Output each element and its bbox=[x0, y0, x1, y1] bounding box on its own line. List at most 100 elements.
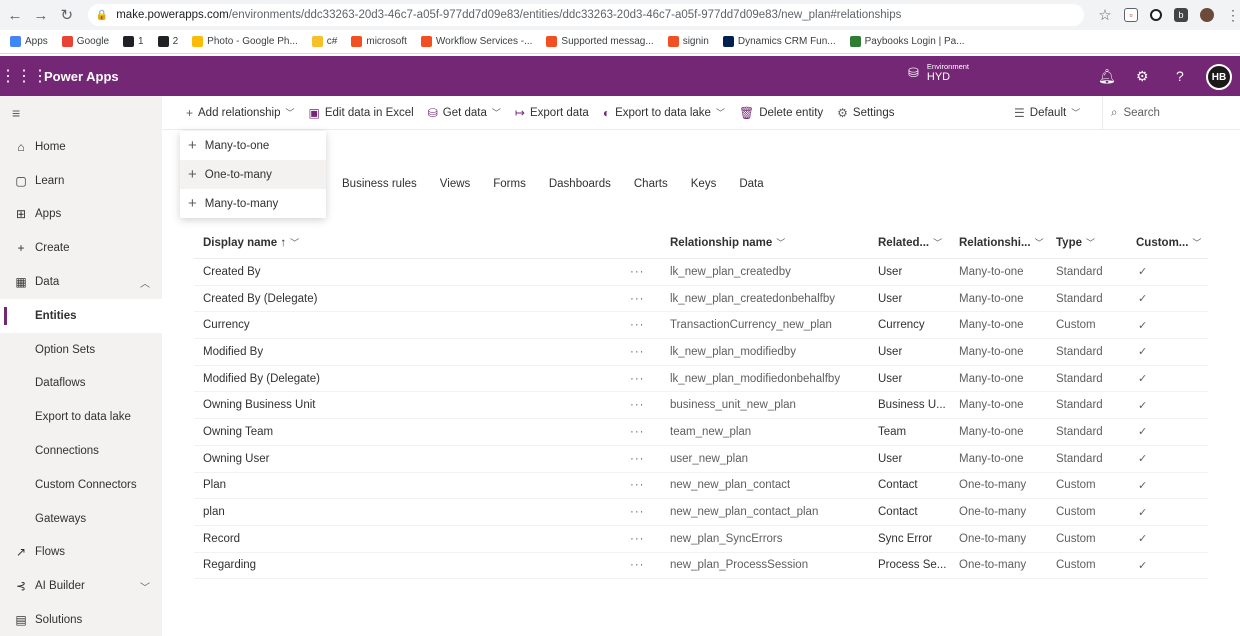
more-options-icon[interactable]: ··· bbox=[630, 506, 645, 518]
bookmark-item[interactable]: signin bbox=[667, 36, 709, 47]
column-custom[interactable]: Custom... ﹀ bbox=[1136, 236, 1201, 249]
bookmark-item[interactable]: Photo - Google Ph... bbox=[192, 36, 298, 47]
search-box[interactable]: ⌕ Search bbox=[1102, 96, 1160, 130]
notifications-icon[interactable]: 🔔︎ bbox=[1098, 68, 1116, 85]
tab-business-rules[interactable]: Business rules bbox=[342, 178, 417, 190]
column-related[interactable]: Related... ﹀ bbox=[878, 236, 942, 249]
bookmark-item[interactable]: Workflow Services -... bbox=[420, 36, 532, 47]
bookmark-item[interactable]: 2 bbox=[157, 36, 178, 47]
table-row[interactable]: Owning Business Unit business_unit_new_pl… bbox=[194, 392, 1208, 420]
table-row[interactable]: Plan new_new_plan_contact Contact One-to-ma… bbox=[194, 473, 1208, 500]
menu-item-many-to-one[interactable]: + Many-to-one bbox=[180, 131, 326, 160]
settings-icon[interactable]: ⚙ bbox=[1136, 68, 1149, 85]
sidebar-item-data[interactable]: ▦ Data ︿ bbox=[0, 265, 162, 299]
export-data-button[interactable]: ↦ Export data bbox=[515, 106, 589, 120]
column-display-name[interactable]: Display name ↑ ﹀ bbox=[203, 236, 299, 249]
table-row[interactable]: Modified By lk_new_plan_modifiedby User Man… bbox=[194, 339, 1208, 366]
address-bar[interactable]: 🔒 make.powerapps.com/environments/ddc332… bbox=[87, 4, 1085, 26]
more-options-icon[interactable]: ··· bbox=[630, 346, 645, 358]
settings-button[interactable]: ⚙ Settings bbox=[837, 106, 894, 120]
bookmark-item[interactable]: Google bbox=[61, 36, 109, 47]
more-options-icon[interactable]: ··· bbox=[630, 533, 645, 545]
more-options-icon[interactable]: ··· bbox=[630, 426, 645, 438]
app-title[interactable]: Power Apps bbox=[44, 69, 119, 84]
view-selector[interactable]: ☰ Default ﹀ bbox=[1014, 106, 1080, 120]
chevron-icon[interactable]: ﹀ bbox=[140, 579, 150, 594]
sidebar-item-option-sets[interactable]: Option Sets bbox=[0, 333, 162, 367]
avatar[interactable]: HB bbox=[1206, 64, 1232, 90]
tab-views[interactable]: Views bbox=[440, 178, 470, 190]
sidebar-item-dataflows[interactable]: Dataflows bbox=[0, 367, 162, 401]
bookmark-item[interactable]: 1 bbox=[123, 36, 144, 47]
chevron-down-icon[interactable]: ﹀ bbox=[492, 106, 501, 119]
help-icon[interactable]: ? bbox=[1176, 68, 1184, 84]
menu-item-many-to-many[interactable]: + Many-to-many bbox=[180, 189, 326, 218]
table-row[interactable]: Owning User user_new_plan User Many-to-one S… bbox=[194, 446, 1208, 473]
environment-picker[interactable]: ⛁ Environment HYD bbox=[908, 62, 969, 84]
back-icon[interactable]: ← bbox=[4, 7, 26, 24]
table-row[interactable]: Modified By (Delegate) lk_new_plan_modifi… bbox=[194, 366, 1208, 393]
sidebar-item-custom-connectors[interactable]: Custom Connectors bbox=[0, 468, 162, 502]
sidebar-item-gateways[interactable]: Gateways bbox=[0, 502, 162, 536]
sidebar-item-learn[interactable]: ▢ Learn bbox=[0, 164, 162, 198]
table-row[interactable]: Currency TransactionCurrency_new_plan Curr… bbox=[194, 312, 1208, 340]
sidebar-item-apps[interactable]: ⊞ Apps bbox=[0, 198, 162, 232]
get-data-button[interactable]: ⛁ Get data ﹀ bbox=[428, 106, 501, 120]
more-options-icon[interactable]: ··· bbox=[630, 373, 645, 385]
sidebar-item-home[interactable]: ⌂ Home bbox=[0, 130, 162, 164]
profile-avatar[interactable] bbox=[1200, 8, 1215, 22]
table-row[interactable]: plan new_new_plan_contact_plan Contact One-… bbox=[194, 499, 1208, 526]
sidebar-item-label: Custom Connectors bbox=[35, 478, 137, 491]
table-row[interactable]: Regarding new_plan_ProcessSession Process … bbox=[194, 553, 1208, 580]
extension-icon[interactable]: b bbox=[1174, 8, 1189, 22]
sidebar-item-solutions[interactable]: ▤ Solutions bbox=[0, 603, 162, 636]
chevron-icon[interactable]: ︿ bbox=[140, 275, 150, 290]
edit-in-excel-button[interactable]: ▣ Edit data in Excel bbox=[309, 106, 414, 120]
forward-icon[interactable]: → bbox=[30, 7, 52, 24]
column-relationship-type[interactable]: Relationshi... ﹀ bbox=[959, 236, 1044, 249]
bookmark-item[interactable]: Dynamics CRM Fun... bbox=[722, 36, 836, 47]
column-relationship-name[interactable]: Relationship name ﹀ bbox=[670, 236, 785, 249]
sidebar-item-entities[interactable]: Entities bbox=[0, 298, 162, 333]
export-to-data-lake-button[interactable]: ◐ Export to data lake ﹀ bbox=[603, 106, 725, 120]
delete-entity-button[interactable]: 🗑︎ Delete entity bbox=[739, 106, 823, 120]
sidebar-item-ai-builder[interactable]: ⊰ AI Builder ﹀ bbox=[0, 569, 162, 603]
menu-item-one-to-many[interactable]: + One-to-many bbox=[180, 160, 326, 189]
sidebar-item-create[interactable]: + Create bbox=[0, 231, 162, 265]
bookmark-item[interactable]: c# bbox=[311, 36, 337, 47]
more-options-icon[interactable]: ··· bbox=[630, 453, 645, 465]
column-type[interactable]: Type ﹀ bbox=[1056, 236, 1095, 249]
more-options-icon[interactable]: ··· bbox=[630, 319, 645, 331]
bookmark-item[interactable]: microsoft bbox=[351, 36, 407, 47]
table-row[interactable]: Record new_plan_SyncErrors Sync Error One-t… bbox=[194, 526, 1208, 553]
tab-keys[interactable]: Keys bbox=[691, 178, 717, 190]
tab-forms[interactable]: Forms bbox=[493, 178, 526, 190]
sidebar-item-connections[interactable]: Connections bbox=[0, 434, 162, 468]
more-options-icon[interactable]: ··· bbox=[630, 293, 645, 305]
bookmark-item[interactable]: Supported messag... bbox=[546, 36, 654, 47]
reload-icon[interactable]: ↻ bbox=[56, 6, 78, 24]
table-row[interactable]: Created By lk_new_plan_createdby User Many-… bbox=[194, 259, 1208, 286]
sidebar-item-export-to-data-lake[interactable]: Export to data lake bbox=[0, 400, 162, 434]
more-options-icon[interactable]: ··· bbox=[630, 479, 645, 491]
add-relationship-button[interactable]: + Add relationship ﹀ bbox=[186, 106, 295, 120]
bookmark-item[interactable]: Apps bbox=[10, 36, 48, 47]
tab-charts[interactable]: Charts bbox=[634, 178, 668, 190]
table-row[interactable]: Owning Team team_new_plan Team Many-to-one S… bbox=[194, 419, 1208, 446]
checkmark-icon: ✓ bbox=[1138, 373, 1148, 386]
browser-menu-icon[interactable]: ⋮ bbox=[1226, 7, 1240, 23]
bookmark-star-icon[interactable]: ☆ bbox=[1098, 7, 1112, 24]
more-options-icon[interactable]: ··· bbox=[630, 399, 645, 411]
extension-icon[interactable] bbox=[1150, 9, 1163, 21]
more-options-icon[interactable]: ··· bbox=[630, 266, 645, 278]
table-row[interactable]: Created By (Delegate) lk_new_plan_created… bbox=[194, 286, 1208, 313]
tab-data[interactable]: Data bbox=[739, 178, 763, 190]
app-launcher-icon[interactable]: ⋮⋮⋮ bbox=[0, 66, 48, 86]
extension-icon[interactable]: ▫ bbox=[1124, 8, 1139, 22]
tab-dashboards[interactable]: Dashboards bbox=[549, 178, 611, 190]
sidebar-item-flows[interactable]: ↗ Flows bbox=[0, 536, 162, 570]
more-options-icon[interactable]: ··· bbox=[630, 559, 645, 571]
hamburger-icon[interactable]: ≡ bbox=[0, 96, 162, 130]
bookmark-item[interactable]: Paybooks Login | Pa... bbox=[849, 36, 965, 47]
cell-relationship-type: Many-to-one bbox=[959, 265, 1024, 278]
